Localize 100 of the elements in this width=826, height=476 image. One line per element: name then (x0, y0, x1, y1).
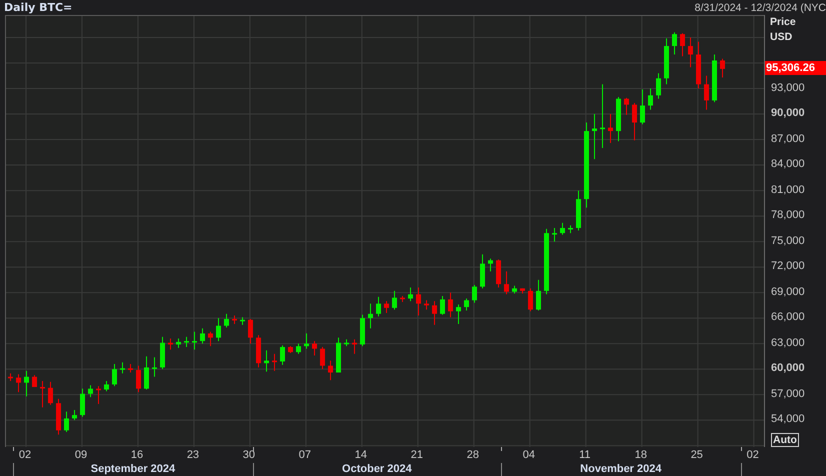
candlestick (624, 97, 629, 116)
x-axis-label: 28 (466, 449, 479, 461)
x-axis-label: 25 (690, 449, 703, 461)
month-label: September 2024 (90, 463, 176, 476)
candlestick (232, 315, 237, 325)
candlestick (400, 296, 405, 302)
candlestick (608, 114, 613, 144)
y-axis-label: 69,000 (771, 286, 805, 298)
x-axis-label: 02 (746, 449, 759, 461)
candlestick (512, 285, 517, 294)
candlestick (112, 364, 117, 387)
axis-unit: USD (770, 31, 792, 43)
candlestick (40, 380, 45, 408)
date-range: 8/31/2024 - 12/3/2024 (NYC (694, 2, 826, 14)
last-price-marker: 95,306.26 (765, 60, 826, 75)
x-axis-label: 23 (186, 449, 200, 461)
x-axis-label: 14 (354, 449, 368, 461)
candlestick (456, 304, 461, 325)
candlestick (320, 346, 325, 370)
candlestick (416, 287, 421, 316)
y-axis-label: 81,000 (771, 184, 805, 196)
candlestick (80, 388, 85, 418)
candlestick (288, 346, 293, 354)
candlestick (8, 372, 13, 382)
candlestick (144, 356, 149, 390)
candlestick (16, 374, 21, 393)
candlestick (328, 360, 333, 381)
candlestick (272, 353, 277, 372)
candlestick (312, 340, 317, 356)
candlestick (616, 96, 621, 142)
y-axis-label: 54,000 (771, 413, 805, 426)
chart-title: Daily BTC= (4, 1, 72, 14)
candlestick (632, 102, 637, 141)
candlestick (640, 88, 645, 125)
x-axis-label: 04 (522, 449, 535, 461)
candlestick (216, 318, 221, 342)
candlestick (336, 337, 341, 374)
x-axis-label: 11 (579, 449, 591, 461)
y-axis-label: 75,000 (771, 234, 805, 247)
candlestick (304, 332, 309, 350)
y-axis-label: 57,000 (771, 388, 805, 400)
candlestick (120, 362, 125, 374)
candlestick (152, 356, 157, 378)
candlestick (504, 270, 509, 295)
candlestick (376, 296, 381, 317)
candlestick (264, 350, 269, 372)
candlestick (104, 380, 109, 392)
x-axis-label: 21 (410, 449, 424, 461)
y-axis-label: 84,000 (771, 158, 805, 170)
candlestick (256, 334, 261, 368)
candlestick (88, 384, 93, 398)
candlestick (56, 398, 61, 436)
candlestick (552, 227, 557, 242)
candlestick (240, 316, 245, 326)
candlestick (680, 32, 685, 57)
candlestick (688, 37, 693, 68)
candlestick (560, 222, 565, 236)
candlestick (520, 288, 525, 294)
candlestick (592, 114, 597, 160)
candlestick (208, 331, 213, 347)
candlestick (704, 75, 709, 110)
candlestick (248, 318, 253, 344)
auto-scale-button[interactable]: Auto (771, 433, 799, 447)
y-axis-label: 87,000 (771, 132, 805, 145)
candlestick (360, 314, 365, 347)
candlestick (528, 288, 533, 312)
candlestick (472, 284, 477, 304)
candlestick (160, 336, 165, 370)
candlestick (712, 54, 717, 103)
x-axis-label: 07 (298, 449, 312, 461)
candlestick (184, 336, 189, 348)
candlestick (480, 254, 485, 289)
x-axis-label: 16 (130, 449, 144, 461)
candlestick (72, 409, 77, 421)
candlestick (64, 411, 69, 433)
y-axis-label: 90,000 (771, 107, 805, 120)
candlestick (200, 328, 205, 344)
y-axis-label: 63,000 (771, 336, 805, 349)
x-axis-label: 18 (634, 449, 647, 461)
candlestick (176, 338, 181, 348)
candlestick (496, 258, 501, 288)
candlestick (344, 338, 349, 347)
candlestick (568, 224, 573, 234)
candlestick (48, 381, 53, 406)
candlestick (672, 32, 677, 56)
x-axis-label: 30 (242, 449, 256, 461)
candlestick (128, 364, 133, 374)
candlestick (296, 343, 301, 354)
candlestick (648, 88, 653, 110)
x-axis-label: 02 (18, 449, 32, 461)
candlestick (576, 190, 581, 232)
candlestick (656, 72, 661, 100)
candlestick (432, 300, 437, 326)
candlestick (424, 300, 429, 310)
candlestick (136, 365, 141, 393)
candlestick (192, 331, 197, 350)
candlestick (168, 338, 173, 350)
candlestick (664, 38, 669, 85)
candlestick (720, 58, 725, 78)
candlestick (536, 279, 541, 311)
